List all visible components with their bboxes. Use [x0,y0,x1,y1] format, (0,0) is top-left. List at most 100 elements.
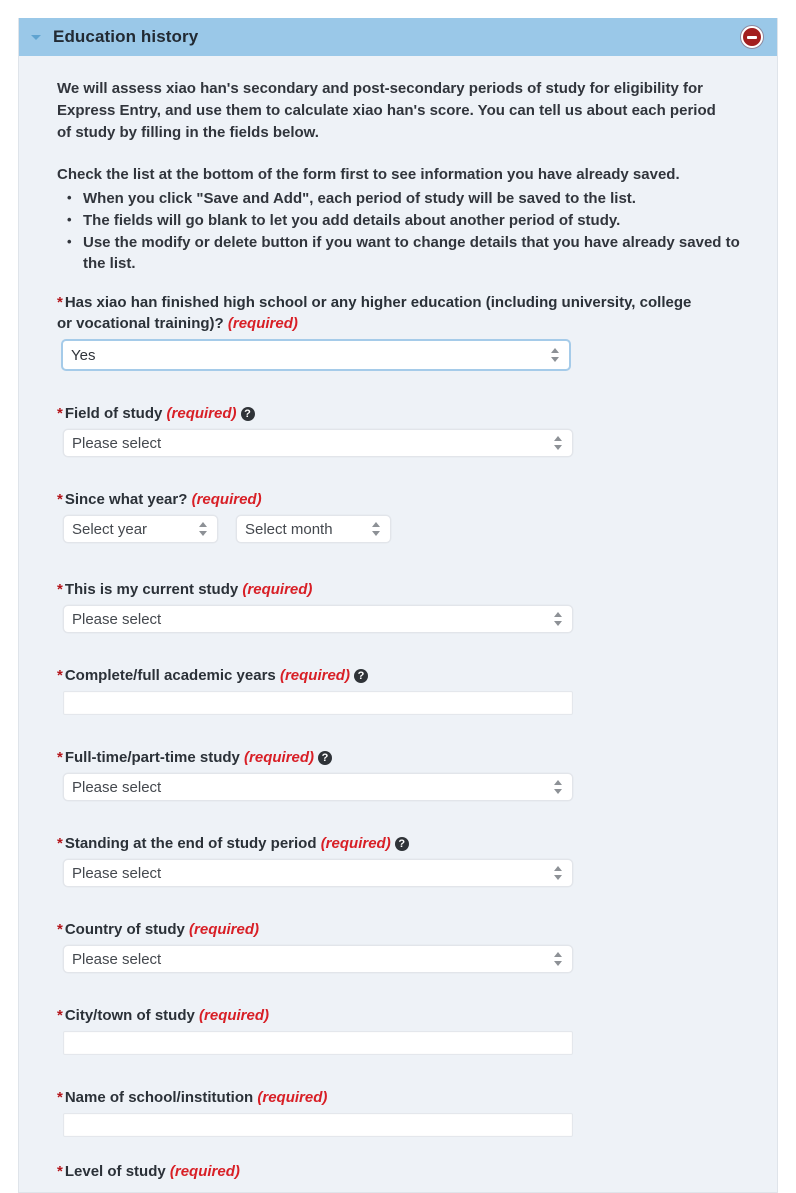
field-since-year: * Since what year? (required) Select year… [57,489,743,543]
label-full-part-time: * Full-time/part-time study (required)? [57,747,697,768]
label-text: City/town of study [64,1007,195,1024]
since-year-select[interactable]: Select year [63,515,218,543]
panel-body: We will assess xiao han's secondary and … [19,56,777,1182]
label-text: Name of school/institution [64,1089,254,1106]
selected-value: Yes [71,346,96,364]
required-text: (required) [169,1163,240,1180]
required-asterisk: * [57,667,63,684]
field-school-name: * Name of school/institution (required) [57,1087,743,1137]
country-select[interactable]: Please select [63,945,573,973]
label-standing: * Standing at the end of study period (re… [57,833,697,854]
selected-value: Please select [72,610,162,628]
field-standing: * Standing at the end of study period (re… [57,833,743,887]
stepper-arrows-icon[interactable] [554,865,563,881]
stepper-arrows-icon[interactable] [554,779,563,795]
field-current-study: * This is my current study (required) Ple… [57,579,743,633]
selected-value: Please select [72,864,162,882]
field-level-of-study: * Level of study (required) [57,1161,743,1182]
field-field-of-study: * Field of study (required)? Please selec… [57,403,743,457]
label-text: Has xiao han finished high school or any… [57,294,692,332]
minus-bar [747,35,757,39]
label-city: * City/town of study (required) [57,1005,697,1026]
help-icon[interactable]: ? [240,407,255,421]
page-title: Education history [53,27,199,46]
required-text: (required) [279,667,350,684]
label-text: Standing at the end of study period [64,835,317,852]
required-text: (required) [199,1007,270,1024]
intro-paragraph-1: We will assess xiao han's secondary and … [57,80,716,141]
selected-value: Please select [72,950,162,968]
required-asterisk: * [57,1007,63,1024]
finished-school-select[interactable]: Yes [61,339,571,371]
label-text: Field of study [64,405,163,422]
field-finished-school: * Has xiao han finished high school or an… [57,292,743,371]
standing-select[interactable]: Please select [63,859,573,887]
stepper-arrows-icon[interactable] [551,347,560,363]
label-text: Full-time/part-time study [64,749,240,766]
label-finished-school: * Has xiao han finished high school or an… [57,292,697,334]
help-icon[interactable]: ? [318,751,333,765]
label-text: Since what year? [64,491,188,508]
selected-value: Please select [72,778,162,796]
required-asterisk: * [57,1089,63,1106]
stepper-arrows-icon[interactable] [199,521,208,537]
intro-paragraph-2: Check the list at the bottom of the form… [57,166,680,183]
selected-value: Please select [72,434,162,452]
required-text: (required) [166,405,237,422]
since-year-row: Select year Select month [57,515,743,543]
list-item: The fields will go blank to let you add … [67,209,743,231]
stepper-arrows-icon[interactable] [372,521,381,537]
help-icon[interactable]: ? [394,837,409,851]
academic-years-input[interactable] [63,691,573,715]
required-asterisk: * [57,835,63,852]
label-country: * Country of study (required) [57,919,697,940]
field-country: * Country of study (required) Please sele… [57,919,743,973]
required-text: (required) [189,921,260,938]
list-item: When you click "Save and Add", each peri… [67,187,743,209]
since-month-select[interactable]: Select month [236,515,391,543]
label-school-name: * Name of school/institution (required) [57,1087,697,1108]
field-full-part-time: * Full-time/part-time study (required)? P… [57,747,743,801]
education-history-panel: Education history We will assess xiao ha… [18,18,778,1193]
label-field-of-study: * Field of study (required)? [57,403,697,424]
selected-value: Select month [245,520,333,538]
city-input[interactable] [63,1031,573,1055]
required-text: (required) [227,315,298,332]
panel-header[interactable]: Education history [19,18,777,56]
help-icon[interactable]: ? [353,669,368,683]
label-since-year: * Since what year? (required) [57,489,697,510]
stepper-arrows-icon[interactable] [554,435,563,451]
current-study-select[interactable]: Please select [63,605,573,633]
stepper-arrows-icon[interactable] [554,611,563,627]
caret-down-icon[interactable] [29,30,43,44]
label-text: Country of study [64,921,185,938]
label-level-of-study: * Level of study (required) [57,1161,697,1182]
field-academic-years: * Complete/full academic years (required)… [57,665,743,715]
label-text: Level of study [64,1163,166,1180]
instruction-list: When you click "Save and Add", each peri… [57,187,743,274]
label-current-study: * This is my current study (required) [57,579,697,600]
required-asterisk: * [57,405,63,422]
required-asterisk: * [57,1163,63,1180]
minus-circle-icon[interactable] [741,26,763,48]
required-asterisk: * [57,491,63,508]
stepper-arrows-icon[interactable] [554,951,563,967]
label-text: Complete/full academic years [64,667,276,684]
required-asterisk: * [57,921,63,938]
label-academic-years: * Complete/full academic years (required)… [57,665,697,686]
label-text: This is my current study [64,581,239,598]
required-asterisk: * [57,294,63,311]
required-text: (required) [191,491,262,508]
selected-value: Select year [72,520,148,538]
required-text: (required) [257,1089,328,1106]
required-text: (required) [244,749,315,766]
required-asterisk: * [57,749,63,766]
field-of-study-select[interactable]: Please select [63,429,573,457]
required-text: (required) [242,581,313,598]
required-text: (required) [320,835,391,852]
full-part-time-select[interactable]: Please select [63,773,573,801]
list-item: Use the modify or delete button if you w… [67,231,743,274]
field-city: * City/town of study (required) [57,1005,743,1055]
required-asterisk: * [57,581,63,598]
school-name-input[interactable] [63,1113,573,1137]
